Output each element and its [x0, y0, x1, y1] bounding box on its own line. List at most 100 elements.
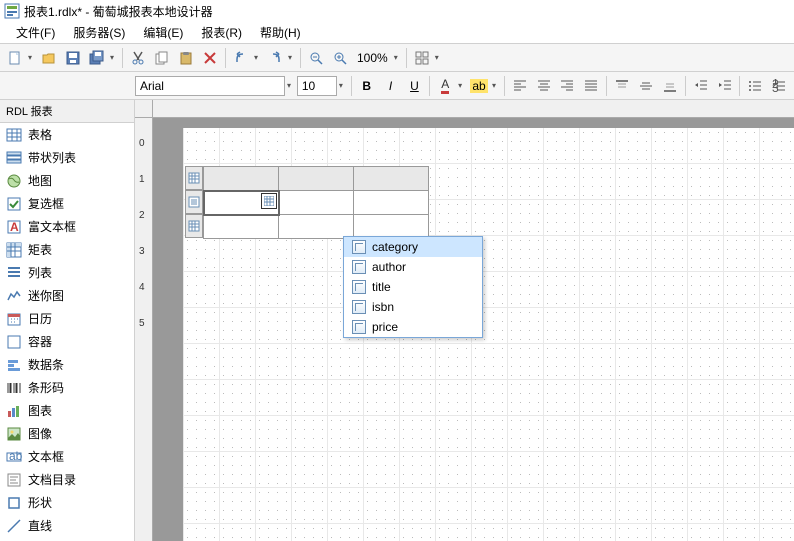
font-color-dropdown[interactable]: ▾ — [458, 81, 466, 90]
redo-dropdown[interactable]: ▾ — [288, 53, 296, 62]
footer-cell-3[interactable] — [354, 215, 429, 239]
report-page[interactable]: category author title isbn price — [183, 128, 794, 541]
tool-shape[interactable]: 形状 — [0, 491, 134, 514]
zoom-in-button[interactable] — [329, 47, 351, 69]
toolbox-sidebar: RDL 报表 表格 带状列表 地图 复选框 A富文本框 矩表 列表 迷你图 日历… — [0, 100, 135, 541]
menu-help[interactable]: 帮助(H) — [252, 22, 309, 43]
tool-image[interactable]: 图像 — [0, 422, 134, 445]
svg-text:3: 3 — [772, 81, 779, 93]
highlight-dropdown[interactable]: ▾ — [492, 81, 500, 90]
line-icon — [6, 518, 22, 534]
header-cell-2[interactable] — [279, 167, 354, 191]
indent-decrease-button[interactable] — [690, 75, 712, 97]
tool-checkbox[interactable]: 复选框 — [0, 192, 134, 215]
dropdown-item-isbn[interactable]: isbn — [344, 297, 482, 317]
align-center-button[interactable] — [533, 75, 555, 97]
zoom-level[interactable]: 100% — [353, 51, 392, 65]
tool-richtext[interactable]: A富文本框 — [0, 215, 134, 238]
tool-sparkline[interactable]: 迷你图 — [0, 284, 134, 307]
save-button[interactable] — [62, 47, 84, 69]
image-icon — [6, 426, 22, 442]
save-all-button[interactable] — [86, 47, 108, 69]
tool-list[interactable]: 列表 — [0, 261, 134, 284]
new-button[interactable] — [4, 47, 26, 69]
row-handle-header[interactable] — [185, 166, 203, 190]
tool-table[interactable]: 表格 — [0, 123, 134, 146]
dropdown-item-price[interactable]: price — [344, 317, 482, 337]
tool-calendar[interactable]: 日历 — [0, 307, 134, 330]
footer-cell-1[interactable] — [204, 215, 279, 239]
size-dropdown[interactable]: ▾ — [339, 81, 347, 90]
save-dropdown[interactable]: ▾ — [110, 53, 118, 62]
number-list-button[interactable]: 123 — [768, 75, 790, 97]
design-surface[interactable]: category author title isbn price — [153, 118, 794, 541]
row-handle-detail[interactable] — [185, 190, 203, 214]
dropdown-item-category[interactable]: category — [344, 237, 482, 257]
layout-dropdown[interactable]: ▾ — [435, 53, 443, 62]
field-dropdown: category author title isbn price — [343, 236, 483, 338]
cut-button[interactable] — [127, 47, 149, 69]
tool-subreport[interactable]: 子报表 — [0, 537, 134, 541]
detail-cell-3[interactable] — [354, 191, 429, 215]
bullet-list-button[interactable] — [744, 75, 766, 97]
paste-button[interactable] — [175, 47, 197, 69]
field-icon — [352, 260, 366, 274]
window-title: 报表1.rdlx* - 葡萄城报表本地设计器 — [24, 3, 213, 20]
menu-report[interactable]: 报表(R) — [193, 22, 250, 43]
dropdown-item-title[interactable]: title — [344, 277, 482, 297]
tool-textbox[interactable]: ab文本框 — [0, 445, 134, 468]
tool-container[interactable]: 容器 — [0, 330, 134, 353]
chart-icon — [6, 403, 22, 419]
undo-dropdown[interactable]: ▾ — [254, 53, 262, 62]
footer-cell-2[interactable] — [279, 215, 354, 239]
menu-server[interactable]: 服务器(S) — [65, 22, 133, 43]
shape-icon — [6, 495, 22, 511]
font-color-button[interactable]: A — [434, 75, 456, 97]
layout-button[interactable] — [411, 47, 433, 69]
horizontal-ruler[interactable] — [153, 100, 794, 118]
undo-button[interactable] — [230, 47, 252, 69]
tool-toc[interactable]: 文档目录 — [0, 468, 134, 491]
valign-bottom-button[interactable] — [659, 75, 681, 97]
tool-barcode[interactable]: 条形码 — [0, 376, 134, 399]
tool-databar[interactable]: 数据条 — [0, 353, 134, 376]
copy-button[interactable] — [151, 47, 173, 69]
tool-map[interactable]: 地图 — [0, 169, 134, 192]
menu-file[interactable]: 文件(F) — [8, 22, 63, 43]
open-button[interactable] — [38, 47, 60, 69]
align-right-button[interactable] — [557, 75, 579, 97]
italic-button[interactable]: I — [380, 75, 402, 97]
highlight-button[interactable]: ab — [468, 75, 490, 97]
valign-middle-button[interactable] — [635, 75, 657, 97]
redo-button[interactable] — [264, 47, 286, 69]
font-dropdown[interactable]: ▾ — [287, 81, 295, 90]
row-handle-footer[interactable] — [185, 214, 203, 238]
font-size-select[interactable] — [297, 76, 337, 96]
header-cell-1[interactable] — [204, 167, 279, 191]
tool-banded-list[interactable]: 带状列表 — [0, 146, 134, 169]
tool-matrix[interactable]: 矩表 — [0, 238, 134, 261]
detail-cell-2[interactable] — [279, 191, 354, 215]
indent-increase-button[interactable] — [714, 75, 736, 97]
delete-button[interactable] — [199, 47, 221, 69]
dropdown-item-author[interactable]: author — [344, 257, 482, 277]
underline-button[interactable]: U — [403, 75, 425, 97]
align-left-button[interactable] — [509, 75, 531, 97]
bold-button[interactable]: B — [356, 75, 378, 97]
align-justify-button[interactable] — [580, 75, 602, 97]
vertical-ruler[interactable]: 0 1 2 3 4 5 — [135, 118, 153, 541]
valign-top-button[interactable] — [611, 75, 633, 97]
checkbox-icon — [6, 196, 22, 212]
new-dropdown[interactable]: ▾ — [28, 53, 36, 62]
map-icon — [6, 173, 22, 189]
tool-line[interactable]: 直线 — [0, 514, 134, 537]
zoom-out-button[interactable] — [305, 47, 327, 69]
field-picker-button[interactable] — [261, 193, 277, 209]
header-cell-3[interactable] — [354, 167, 429, 191]
zoom-dropdown[interactable]: ▾ — [394, 53, 402, 62]
svg-text:ab: ab — [9, 449, 22, 463]
table-widget[interactable] — [203, 166, 429, 239]
tool-chart[interactable]: 图表 — [0, 399, 134, 422]
font-select[interactable] — [135, 76, 285, 96]
menu-edit[interactable]: 编辑(E) — [135, 22, 191, 43]
